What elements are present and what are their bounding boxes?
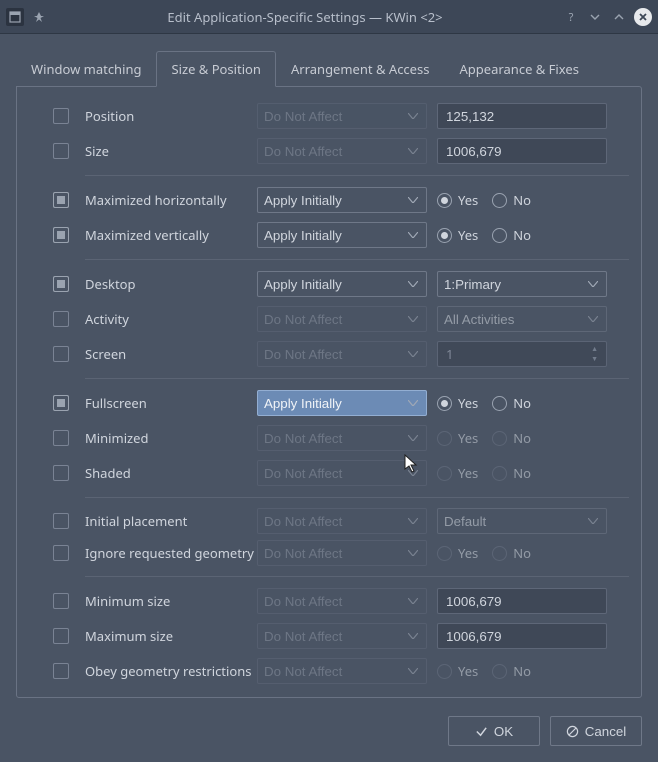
value-placement[interactable]: Default bbox=[437, 508, 607, 534]
label-desktop: Desktop bbox=[85, 275, 257, 293]
rule-position[interactable]: Do Not Affect bbox=[257, 103, 427, 129]
label-ignore-geo: Ignore requested geometry bbox=[85, 544, 257, 562]
rule-max-v[interactable]: Apply Initially bbox=[257, 222, 427, 248]
check-icon bbox=[475, 725, 488, 738]
minimize-icon[interactable] bbox=[586, 8, 604, 26]
rule-desktop[interactable]: Apply Initially bbox=[257, 271, 427, 297]
label-shaded: Shaded bbox=[85, 464, 257, 482]
maximize-icon[interactable] bbox=[610, 8, 628, 26]
value-position[interactable] bbox=[437, 103, 607, 129]
label-minimized: Minimized bbox=[85, 429, 257, 447]
svg-text:?: ? bbox=[569, 11, 574, 23]
checkbox-obey[interactable] bbox=[53, 663, 69, 679]
rule-size[interactable]: Do Not Affect bbox=[257, 138, 427, 164]
checkbox-minimized[interactable] bbox=[53, 430, 69, 446]
label-screen: Screen bbox=[85, 345, 257, 363]
label-min-size: Minimum size bbox=[85, 592, 257, 610]
rule-obey[interactable]: Do Not Affect bbox=[257, 658, 427, 684]
radio-max-v[interactable]: Yes No bbox=[437, 226, 531, 244]
rule-fullscreen[interactable]: Apply Initially bbox=[257, 390, 427, 416]
radio-ignore-geo: Yes No bbox=[437, 544, 531, 562]
close-icon[interactable] bbox=[634, 8, 652, 26]
label-obey: Obey geometry restrictions bbox=[85, 662, 257, 680]
tab-window-matching[interactable]: Window matching bbox=[16, 51, 156, 87]
dialog-footer: OK Cancel bbox=[0, 710, 658, 762]
settings-panel: Position Do Not Affect Size Do Not Affec… bbox=[16, 86, 642, 698]
value-max-size[interactable] bbox=[437, 623, 607, 649]
checkbox-ignore-geo[interactable] bbox=[53, 545, 69, 561]
rule-min-size[interactable]: Do Not Affect bbox=[257, 588, 427, 614]
pin-icon[interactable] bbox=[30, 8, 48, 26]
radio-fullscreen[interactable]: Yes No bbox=[437, 394, 531, 412]
checkbox-max-v[interactable] bbox=[53, 227, 69, 243]
checkbox-max-h[interactable] bbox=[53, 192, 69, 208]
tab-appearance-fixes[interactable]: Appearance & Fixes bbox=[444, 51, 593, 87]
label-activity: Activity bbox=[85, 310, 257, 328]
value-min-size[interactable] bbox=[437, 588, 607, 614]
value-activity[interactable]: All Activities bbox=[437, 306, 607, 332]
label-placement: Initial placement bbox=[85, 512, 257, 530]
rule-screen[interactable]: Do Not Affect bbox=[257, 341, 427, 367]
rule-max-h[interactable]: Apply Initially bbox=[257, 187, 427, 213]
radio-max-h[interactable]: Yes No bbox=[437, 191, 531, 209]
rule-activity[interactable]: Do Not Affect bbox=[257, 306, 427, 332]
cancel-icon bbox=[566, 725, 579, 738]
value-size[interactable] bbox=[437, 138, 607, 164]
window-title: Edit Application-Specific Settings — KWi… bbox=[48, 8, 562, 26]
checkbox-screen[interactable] bbox=[53, 346, 69, 362]
cancel-button[interactable]: Cancel bbox=[550, 716, 642, 746]
checkbox-min-size[interactable] bbox=[53, 593, 69, 609]
checkbox-position[interactable] bbox=[53, 108, 69, 124]
tab-bar: Window matching Size & Position Arrangem… bbox=[0, 50, 658, 86]
titlebar: Edit Application-Specific Settings — KWi… bbox=[0, 0, 658, 34]
label-size: Size bbox=[85, 142, 257, 160]
help-icon[interactable]: ? bbox=[562, 8, 580, 26]
label-max-h: Maximized horizontally bbox=[85, 191, 257, 209]
value-screen[interactable]: 1▲▼ bbox=[437, 341, 607, 367]
checkbox-placement[interactable] bbox=[53, 513, 69, 529]
value-desktop[interactable]: 1:Primary bbox=[437, 271, 607, 297]
radio-obey: Yes No bbox=[437, 662, 531, 680]
rule-ignore-geo[interactable]: Do Not Affect bbox=[257, 540, 427, 566]
label-max-v: Maximized vertically bbox=[85, 226, 257, 244]
rule-placement[interactable]: Do Not Affect bbox=[257, 508, 427, 534]
ok-button[interactable]: OK bbox=[448, 716, 540, 746]
checkbox-size[interactable] bbox=[53, 143, 69, 159]
tab-size-position[interactable]: Size & Position bbox=[156, 51, 275, 87]
rule-max-size[interactable]: Do Not Affect bbox=[257, 623, 427, 649]
label-max-size: Maximum size bbox=[85, 627, 257, 645]
label-fullscreen: Fullscreen bbox=[85, 394, 257, 412]
radio-minimized: Yes No bbox=[437, 429, 531, 447]
radio-shaded: Yes No bbox=[437, 464, 531, 482]
tab-arrangement-access[interactable]: Arrangement & Access bbox=[276, 51, 445, 87]
window-app-icon bbox=[6, 8, 24, 26]
checkbox-shaded[interactable] bbox=[53, 465, 69, 481]
checkbox-activity[interactable] bbox=[53, 311, 69, 327]
checkbox-max-size[interactable] bbox=[53, 628, 69, 644]
checkbox-desktop[interactable] bbox=[53, 276, 69, 292]
rule-shaded[interactable]: Do Not Affect bbox=[257, 460, 427, 486]
label-position: Position bbox=[85, 107, 257, 125]
rule-minimized[interactable]: Do Not Affect bbox=[257, 425, 427, 451]
checkbox-fullscreen[interactable] bbox=[53, 395, 69, 411]
